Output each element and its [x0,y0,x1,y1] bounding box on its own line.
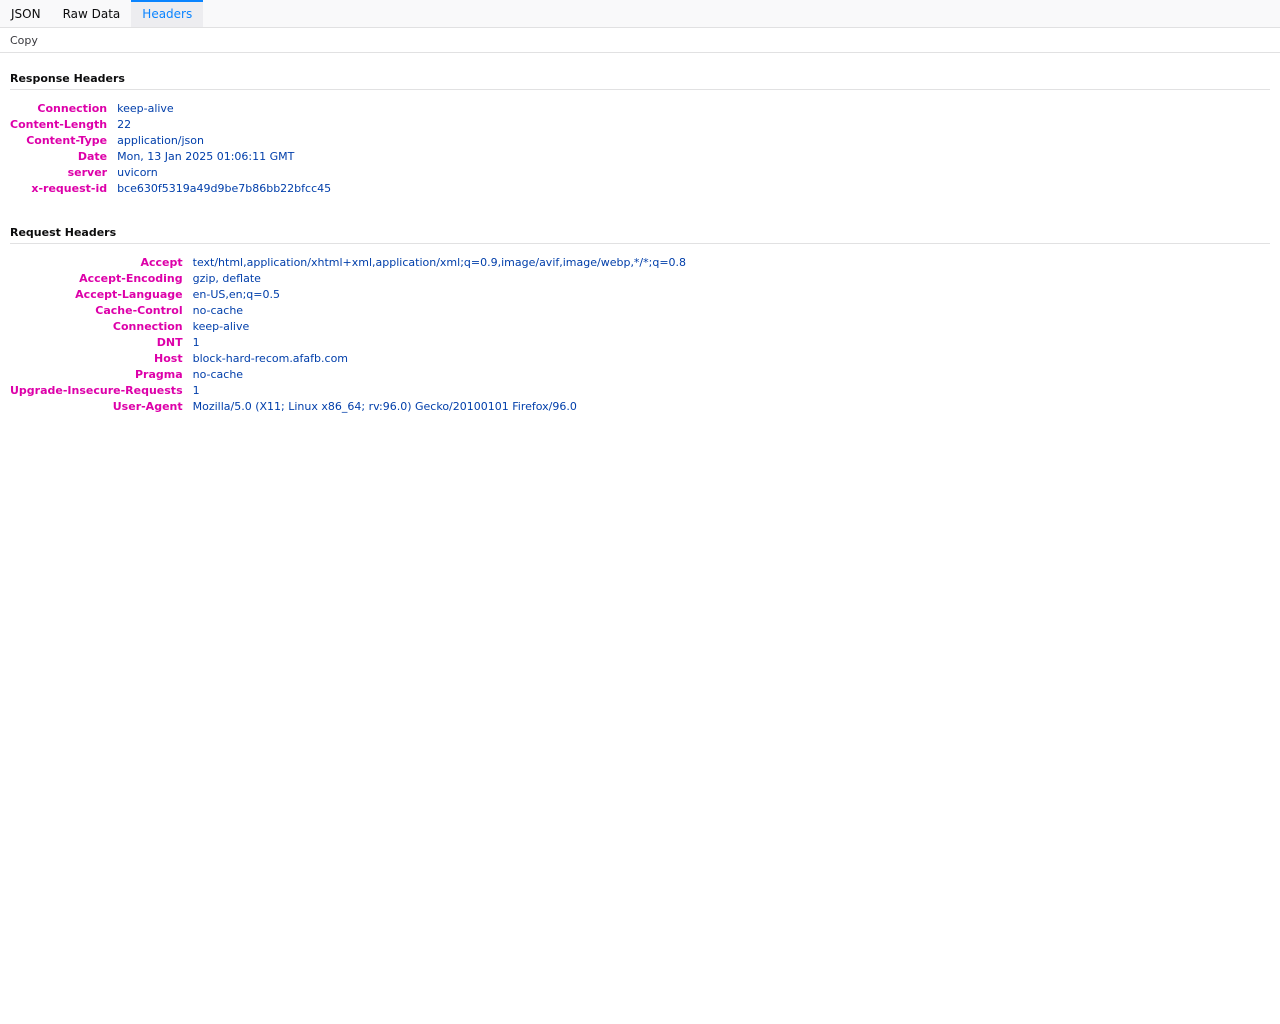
header-value: application/json [117,134,204,147]
header-row: Connection keep-alive [10,319,686,335]
header-value: 22 [117,118,132,131]
header-row: Accept text/html,application/xhtml+xml,ap… [10,255,686,271]
response-headers-table: Connection keep-alive Content-Length 22 Cont… [10,101,331,197]
tab-json[interactable]: JSON [0,0,52,27]
header-name: DNT [156,336,183,349]
header-value: no-cache [192,368,244,381]
header-value: keep-alive [117,102,174,115]
header-name: Content-Type [26,134,108,147]
header-value: Mon, 13 Jan 2025 01:06:11 GMT [117,150,295,163]
tab-raw-data[interactable]: Raw Data [52,0,132,27]
header-value: gzip, deflate [192,272,261,285]
header-row: User-Agent Mozilla/5.0 (X11; Linux x86_64… [10,399,686,415]
header-row: Accept-Language en-US,en;q=0.5 [10,287,686,303]
header-value: 1 [192,336,200,349]
tab-headers[interactable]: Headers [131,0,204,27]
header-name: Connection [112,320,183,333]
header-name: Accept-Encoding [79,272,183,285]
copy-button[interactable]: Copy [10,34,38,47]
header-name: x-request-id [31,182,108,195]
toolbar: Copy [0,28,1280,53]
header-row: Host block-hard-recom.afafb.com [10,351,686,367]
header-name: server [67,166,108,179]
response-headers-title: Response Headers [10,72,1270,90]
header-value: Mozilla/5.0 (X11; Linux x86_64; rv:96.0)… [192,400,577,413]
request-headers-title: Request Headers [10,226,1270,244]
request-headers-table: Accept text/html,application/xhtml+xml,ap… [10,255,686,415]
header-name: Host [154,352,183,365]
header-name: Cache-Control [95,304,183,317]
header-name: User-Agent [112,400,183,413]
header-row: Cache-Control no-cache [10,303,686,319]
header-name: Connection [37,102,108,115]
header-value: block-hard-recom.afafb.com [192,352,349,365]
tab-bar: JSON Raw Data Headers [0,0,1280,28]
header-row: Content-Type application/json [10,133,331,149]
header-value: uvicorn [117,166,158,179]
header-name: Pragma [134,368,183,381]
header-row: DNT 1 [10,335,686,351]
header-value: text/html,application/xhtml+xml,applicat… [192,256,687,269]
header-row: Accept-Encoding gzip, deflate [10,271,686,287]
header-row: Pragma no-cache [10,367,686,383]
header-row: server uvicorn [10,165,331,181]
header-value: bce630f5319a49d9be7b86bb22bfcc45 [117,182,332,195]
header-name: Upgrade-Insecure-Requests [10,384,183,397]
header-name: Content-Length [10,118,108,131]
header-value: 1 [192,384,200,397]
header-name: Accept-Language [75,288,183,301]
headers-panel: Response Headers Connection keep-alive Con… [0,72,1280,415]
header-value: en-US,en;q=0.5 [192,288,281,301]
header-name: Accept [140,256,183,269]
header-row: x-request-id bce630f5319a49d9be7b86bb22bf… [10,181,331,197]
header-row: Content-Length 22 [10,117,331,133]
header-row: Date Mon, 13 Jan 2025 01:06:11 GMT [10,149,331,165]
header-value: no-cache [192,304,244,317]
header-row: Upgrade-Insecure-Requests 1 [10,383,686,399]
header-name: Date [77,150,108,163]
header-value: keep-alive [192,320,250,333]
header-row: Connection keep-alive [10,101,331,117]
